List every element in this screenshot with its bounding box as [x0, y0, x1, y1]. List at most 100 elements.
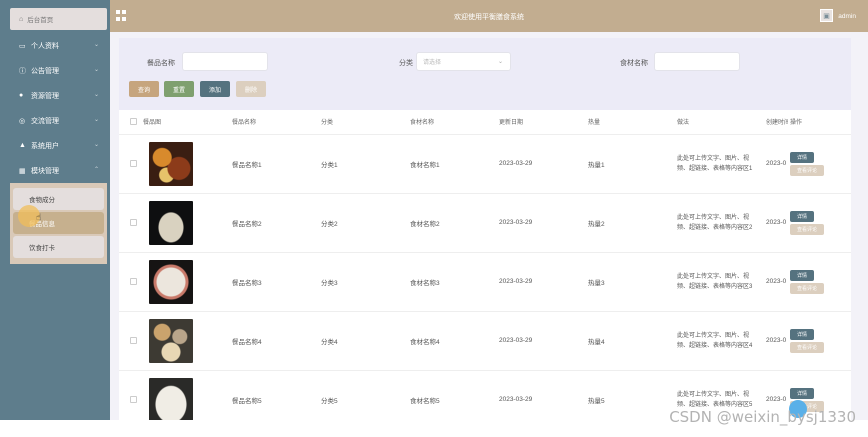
category-cell: 分类3: [319, 252, 408, 312]
calories-cell: 热量1: [586, 134, 675, 194]
query-button[interactable]: 查询: [129, 81, 159, 97]
table-row: 餐品名称2 分类2 食材名称2 2023-03-29 热量2 此处可上传文字、图…: [119, 193, 851, 253]
sidebar: ⌂ 后台首页 ▭ 个人资料 ⌄ ⓘ 公告管理 ⌄ ● 资源管理 ⌄ ◎ 交流管理…: [0, 0, 110, 420]
sidebar-home-label: 后台首页: [27, 17, 54, 24]
user-card-icon: ▭: [19, 42, 26, 50]
home-icon: ⌂: [19, 15, 24, 23]
meal-name-input[interactable]: [182, 52, 268, 71]
ingredient-cell: 食材名称5: [408, 370, 497, 420]
row-checkbox[interactable]: [130, 160, 137, 167]
detail-button[interactable]: 详情: [790, 328, 814, 340]
column-header: 操作: [788, 110, 851, 135]
chevron-down-icon: ⌄: [93, 92, 99, 98]
sidebar-menu: ▭ 个人资料 ⌄ ⓘ 公告管理 ⌄ ● 资源管理 ⌄ ◎ 交流管理 ⌄ ▲ 系统…: [10, 33, 107, 264]
meal-name-cell: 餐品名称2: [230, 193, 319, 253]
ingredient-name-label: 食材名称: [620, 60, 648, 67]
column-header: 做法: [675, 110, 764, 135]
avatar[interactable]: ▣: [820, 9, 833, 22]
ingredient-cell: 食材名称4: [408, 311, 497, 371]
submenu-item-label: 饮食打卡: [29, 245, 55, 252]
calories-cell: 热量3: [586, 252, 675, 312]
hand-cursor-icon: ☝: [36, 212, 42, 222]
category-cell: 分类4: [319, 311, 408, 371]
grid-icon: ▦: [19, 167, 26, 175]
category-select[interactable]: 请选择 ⌄: [416, 52, 511, 71]
select-all-checkbox[interactable]: [130, 118, 137, 126]
view-review-button[interactable]: 查看评论: [790, 282, 824, 294]
method-cell: 此处可上传文字、图片、视频、超链接、表格等内容区2: [675, 193, 764, 253]
chat-icon: ◎: [19, 117, 26, 125]
chevron-up-icon: ⌃: [93, 167, 99, 173]
date-cell: 2023-03-29: [497, 311, 586, 371]
category-placeholder: 请选择: [423, 60, 442, 66]
table-row: 餐品名称4 分类4 食材名称4 2023-03-29 热量4 此处可上传文字、图…: [119, 311, 851, 371]
column-header: 食材名称: [408, 110, 497, 135]
category-cell: 分类2: [319, 193, 408, 253]
watermark: CSDN @weixin_bysj1330: [669, 408, 856, 426]
sidebar-home[interactable]: ⌂ 后台首页: [10, 8, 107, 30]
table-row: 餐品名称3 分类3 食材名称3 2023-03-29 热量3 此处可上传文字、图…: [119, 252, 851, 312]
row-checkbox[interactable]: [130, 396, 137, 403]
detail-button[interactable]: 详情: [790, 210, 814, 222]
sidebar-item-module[interactable]: ▦ 模块管理 ⌃: [10, 158, 107, 183]
calories-cell: 热量5: [586, 370, 675, 420]
detail-button[interactable]: 详情: [790, 387, 814, 399]
view-review-button[interactable]: 查看评论: [790, 341, 824, 353]
calories-cell: 热量4: [586, 311, 675, 371]
table-header-row: 餐品图 餐品名称 分类 食材名称 更新日期 热量 做法 创建时间 操作: [119, 110, 851, 135]
meal-name-cell: 餐品名称4: [230, 311, 319, 371]
reset-button[interactable]: 重置: [164, 81, 194, 97]
meal-name-cell: 餐品名称1: [230, 134, 319, 194]
method-cell: 此处可上传文字、图片、视频、超链接、表格等内容区1: [675, 134, 764, 194]
submenu-item-diet-checkin[interactable]: 饮食打卡: [13, 236, 104, 258]
column-header: 热量: [586, 110, 675, 135]
sidebar-item-label: 系统用户: [31, 142, 59, 150]
detail-button[interactable]: 详情: [790, 269, 814, 281]
username[interactable]: admin: [838, 13, 856, 20]
ingredient-cell: 食材名称1: [408, 134, 497, 194]
sidebar-item-personal[interactable]: ▭ 个人资料 ⌄: [10, 33, 107, 58]
table-row: 餐品名称1 分类1 食材名称1 2023-03-29 热量1 此处可上传文字、图…: [119, 134, 851, 194]
submenu-item-label: 食物成分: [29, 197, 55, 204]
sidebar-item-resource[interactable]: ● 资源管理 ⌄: [10, 83, 107, 108]
column-header: 餐品名称: [230, 110, 319, 135]
search-panel: 餐品名称 分类 请选择 ⌄ 食材名称 查询 重置 添加 删除: [119, 38, 851, 110]
chevron-down-icon: ⌄: [497, 59, 503, 65]
chevron-down-icon: ⌄: [93, 142, 99, 148]
person-icon: ▲: [19, 142, 26, 149]
row-checkbox[interactable]: [130, 278, 137, 285]
column-header: 更新日期: [497, 110, 586, 135]
method-cell: 此处可上传文字、图片、视频、超链接、表格等内容区4: [675, 311, 764, 371]
column-header: 分类: [319, 110, 408, 135]
meal-image: [149, 259, 193, 304]
add-button[interactable]: 添加: [200, 81, 230, 97]
header-checkbox-cell[interactable]: [119, 110, 141, 135]
sidebar-item-label: 交流管理: [31, 117, 59, 125]
sidebar-item-label: 公告管理: [31, 67, 59, 75]
main-content: 餐品名称 分类 请选择 ⌄ 食材名称 查询 重置 添加 删除 餐品图 餐品名称 …: [110, 32, 868, 420]
date-cell: 2023-03-29: [497, 193, 586, 253]
sidebar-item-notice[interactable]: ⓘ 公告管理 ⌄: [10, 58, 107, 83]
ingredient-cell: 食材名称3: [408, 252, 497, 312]
created-cell: 2023-0: [764, 193, 788, 253]
method-cell: 此处可上传文字、图片、视频、超链接、表格等内容区3: [675, 252, 764, 312]
topbar: 欢迎使用平衡膳食系统 ▣ admin: [110, 0, 868, 32]
detail-button[interactable]: 详情: [790, 151, 814, 163]
row-checkbox[interactable]: [130, 337, 137, 344]
delete-button[interactable]: 删除: [236, 81, 266, 97]
sidebar-item-system-user[interactable]: ▲ 系统用户 ⌄: [10, 133, 107, 158]
sidebar-item-label: 模块管理: [31, 167, 59, 175]
sidebar-item-label: 资源管理: [31, 92, 59, 100]
view-review-button[interactable]: 查看评论: [790, 164, 824, 176]
created-cell: 2023-0: [764, 252, 788, 312]
meal-image: [149, 318, 193, 363]
column-header: 创建时间: [764, 110, 788, 135]
chevron-down-icon: ⌄: [93, 117, 99, 123]
ingredient-name-input[interactable]: [654, 52, 740, 71]
category-cell: 分类5: [319, 370, 408, 420]
view-review-button[interactable]: 查看评论: [790, 223, 824, 235]
page-title: 欢迎使用平衡膳食系统: [454, 14, 524, 21]
meal-name-cell: 餐品名称5: [230, 370, 319, 420]
row-checkbox[interactable]: [130, 219, 137, 226]
sidebar-item-exchange[interactable]: ◎ 交流管理 ⌄: [10, 108, 107, 133]
